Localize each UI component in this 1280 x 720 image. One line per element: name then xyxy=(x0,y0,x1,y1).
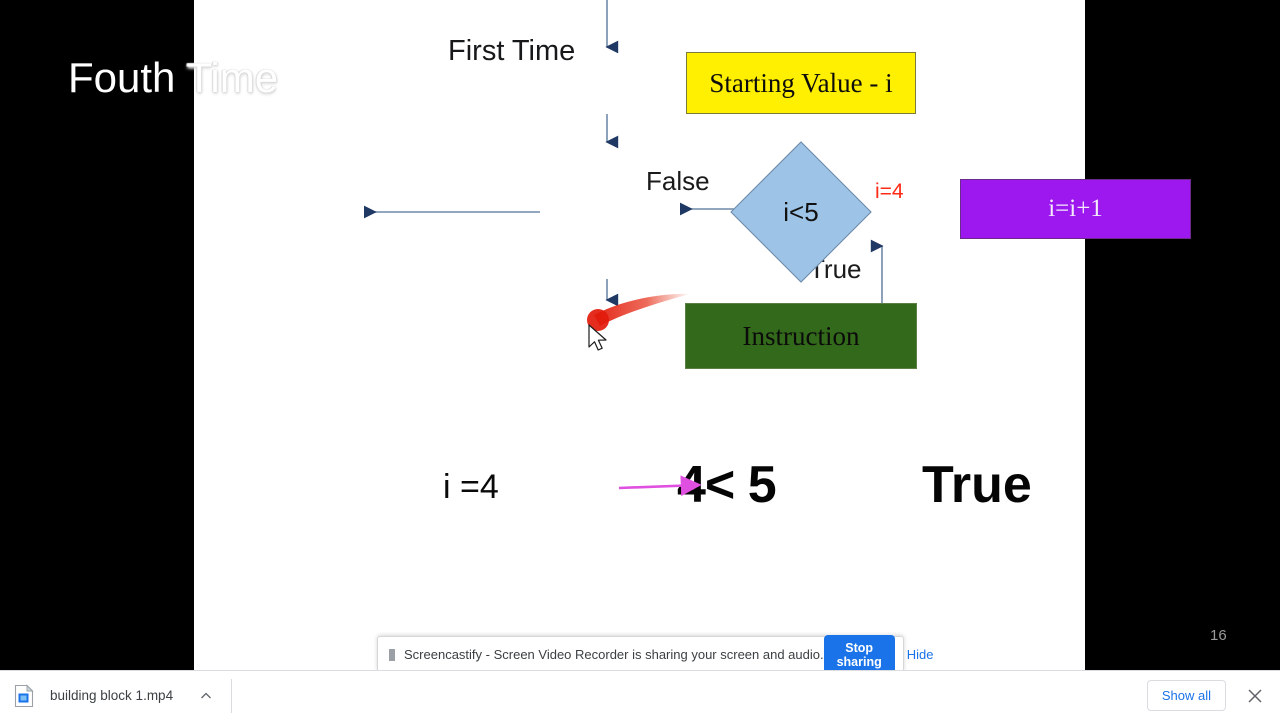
shelf-divider xyxy=(231,678,233,713)
video-player-area[interactable]: Starting Value - i i<5 i=i+1 Instruction… xyxy=(0,0,1280,670)
decision-label: i<5 xyxy=(783,196,819,227)
download-shelf: building block 1.mp4 Show all xyxy=(0,670,1280,720)
flowchart-connectors xyxy=(364,0,884,337)
browser-window: Starting Value - i i<5 i=i+1 Instruction… xyxy=(0,0,1280,720)
flow-increment-label: i=i+1 xyxy=(1048,195,1103,222)
flow-increment-box: i=i+1 xyxy=(960,179,1191,239)
statement-result: True xyxy=(922,456,1032,514)
flow-decision-diamond: i<5 xyxy=(730,141,872,283)
slide-heading: First Time xyxy=(448,35,576,67)
download-item[interactable]: building block 1.mp4 xyxy=(0,671,223,720)
screen-share-notification: Screencastify - Screen Video Recorder is… xyxy=(377,634,934,675)
show-all-button[interactable]: Show all xyxy=(1146,680,1226,711)
branch-label-false: False xyxy=(646,166,710,196)
presentation-slide: Starting Value - i i<5 i=i+1 Instruction… xyxy=(194,0,1227,670)
laser-pointer-stroke xyxy=(594,293,689,326)
shelf-actions: Show all xyxy=(1146,680,1280,711)
flow-start-box: Starting Value - i xyxy=(686,52,916,114)
pause-icon[interactable] xyxy=(389,648,395,661)
share-message: Screencastify - Screen Video Recorder is… xyxy=(404,647,824,662)
annotation-i-equals-4: i=4 xyxy=(875,180,904,203)
hide-button[interactable]: Hide xyxy=(907,647,934,662)
flow-instruction-label: Instruction xyxy=(742,320,860,351)
overlay-title-ghost: Time xyxy=(175,54,279,101)
file-icon xyxy=(14,683,34,708)
close-icon[interactable] xyxy=(1244,685,1266,707)
mouse-cursor xyxy=(588,324,607,351)
stop-sharing-button[interactable]: Stop sharing xyxy=(823,634,895,675)
flow-start-label: Starting Value - i xyxy=(709,67,893,98)
download-filename: building block 1.mp4 xyxy=(50,688,174,703)
statement-expression: 4< 5 xyxy=(677,456,777,514)
slide-page-number: 16 xyxy=(1210,627,1227,644)
overlay-title: Fouth Time xyxy=(68,52,278,104)
statement-variable: i =4 xyxy=(443,468,499,506)
flow-instruction-box: Instruction xyxy=(685,303,917,369)
slide-annotations xyxy=(587,293,702,497)
chevron-up-icon[interactable] xyxy=(199,689,213,703)
overlay-title-main: Fouth xyxy=(68,54,176,101)
